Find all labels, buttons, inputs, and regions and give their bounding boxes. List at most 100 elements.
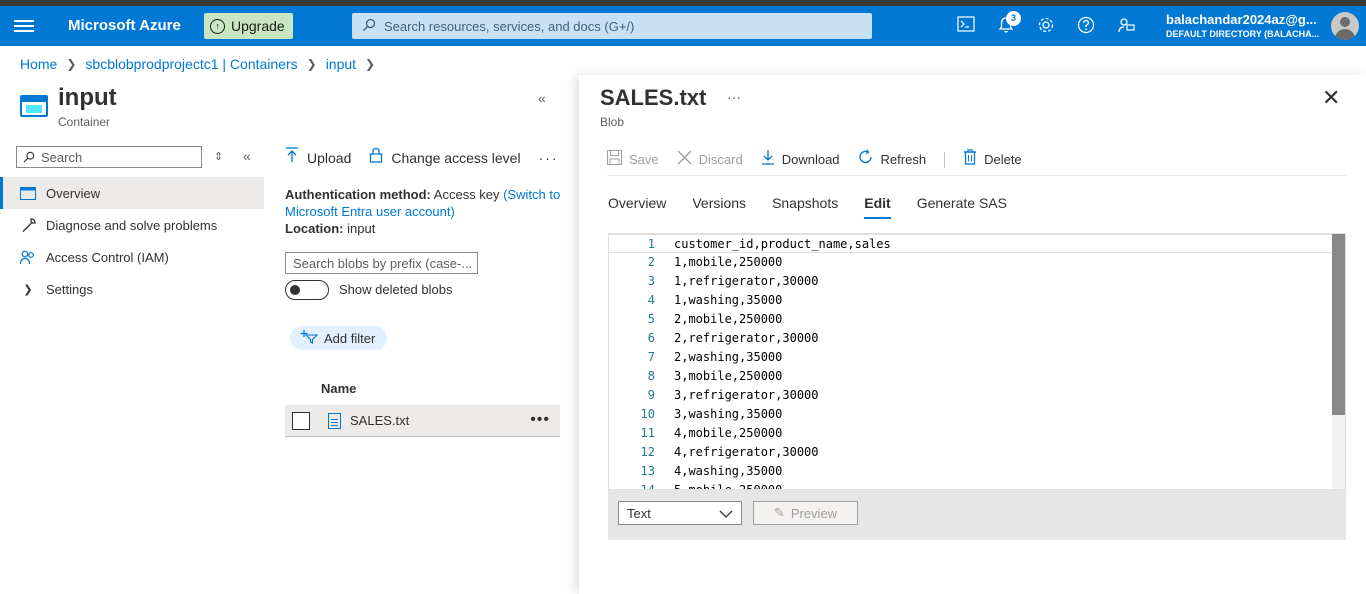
global-search[interactable] — [352, 13, 872, 39]
upgrade-label: Upgrade — [231, 18, 285, 34]
cloud-shell-icon[interactable] — [956, 16, 976, 36]
editor-line[interactable]: 2 1,mobile,250000 — [609, 253, 1345, 272]
editor-lines: 1 customer_id,product_name,sales 2 1,mobile… — [609, 234, 1345, 490]
editor-line[interactable]: 8 3,mobile,250000 — [609, 367, 1345, 386]
sort-icon[interactable]: ⇕ — [214, 150, 223, 163]
global-search-input[interactable] — [384, 18, 864, 34]
nav-item-diagnose[interactable]: Diagnose and solve problems — [0, 209, 264, 241]
preview-label: Preview — [790, 505, 838, 521]
line-text: 1,refrigerator,30000 — [674, 274, 819, 288]
syntax-select[interactable]: Text — [618, 501, 742, 525]
nav-item-overview[interactable]: Overview — [0, 177, 264, 209]
download-label: Download — [781, 152, 840, 167]
editor-line[interactable]: 1 customer_id,product_name,sales — [609, 234, 1345, 253]
top-bar: Microsoft Azure ↑ Upgrade 3 balachandar2… — [0, 6, 1366, 46]
chevron-down-icon — [719, 506, 733, 521]
collapse-menu-icon[interactable]: « — [243, 148, 251, 164]
editor-line[interactable]: 4 1,washing,35000 — [609, 291, 1345, 310]
delete-button[interactable]: Delete — [963, 149, 1022, 170]
editor-scrollbar-thumb[interactable] — [1332, 234, 1345, 415]
save-button[interactable]: Save — [607, 149, 659, 170]
user-account[interactable]: balachandar2024az@g... DEFAULT DIRECTORY… — [1166, 12, 1319, 39]
feedback-icon[interactable] — [1116, 16, 1136, 36]
breadcrumb-storage-account[interactable]: sbcblobprodprojectc1 | Containers — [85, 56, 297, 72]
container-info: Authentication method: Access key (Switc… — [285, 186, 565, 237]
editor-line[interactable]: 11 4,mobile,250000 — [609, 424, 1345, 443]
line-text: 4,mobile,250000 — [674, 426, 783, 440]
line-number: 12 — [640, 445, 655, 459]
line-text: 2,refrigerator,30000 — [674, 331, 819, 345]
line-number: 8 — [647, 369, 655, 383]
settings-gear-icon[interactable] — [1036, 16, 1056, 36]
editor-line[interactable]: 7 2,washing,35000 — [609, 348, 1345, 367]
toolbar-divider — [944, 151, 946, 168]
nav-item-label: Access Control (IAM) — [46, 249, 169, 265]
more-actions-icon[interactable]: ··· — [539, 150, 559, 166]
help-icon[interactable] — [1076, 16, 1096, 36]
line-number: 2 — [647, 255, 655, 269]
brand-title[interactable]: Microsoft Azure — [68, 17, 181, 34]
nav-item-settings[interactable]: ❯ Settings — [0, 273, 264, 305]
editor-line[interactable]: 14 5,mobile,250000 — [609, 481, 1345, 490]
refresh-button[interactable]: Refresh — [858, 149, 926, 170]
discard-button[interactable]: Discard — [677, 150, 743, 170]
people-icon — [20, 249, 36, 265]
line-number: 4 — [647, 293, 655, 307]
line-text: 5,mobile,250000 — [674, 483, 783, 490]
file-name-link[interactable]: SALES.txt — [350, 413, 409, 428]
editor-line[interactable]: 5 2,mobile,250000 — [609, 310, 1345, 329]
add-filter-icon — [300, 329, 319, 347]
line-number: 11 — [640, 426, 655, 440]
column-header-name[interactable]: Name — [321, 381, 356, 396]
tab-versions[interactable]: Versions — [692, 195, 746, 219]
line-text: 4,refrigerator,30000 — [674, 445, 819, 459]
editor-line[interactable]: 6 2,refrigerator,30000 — [609, 329, 1345, 348]
add-filter-button[interactable]: Add filter — [290, 326, 388, 350]
search-icon — [362, 18, 376, 35]
add-filter-label: Add filter — [324, 330, 376, 346]
tab-edit[interactable]: Edit — [864, 195, 891, 219]
save-icon — [607, 149, 622, 170]
breadcrumb-container[interactable]: input — [326, 56, 356, 72]
pencil-icon: ✎ — [773, 505, 785, 520]
left-search-input[interactable] — [41, 149, 191, 165]
upgrade-button[interactable]: ↑ Upgrade — [204, 13, 293, 39]
tab-snapshots[interactable]: Snapshots — [772, 195, 838, 219]
wrench-icon — [20, 217, 36, 233]
editor-line[interactable]: 10 3,washing,35000 — [609, 405, 1345, 424]
editor-line[interactable]: 12 4,refrigerator,30000 — [609, 443, 1345, 462]
blob-prefix-search[interactable] — [285, 252, 478, 274]
panel-more-icon[interactable]: ··· — [727, 89, 741, 105]
left-search[interactable] — [16, 146, 202, 168]
download-button[interactable]: Download — [761, 149, 840, 170]
nav-item-label: Overview — [46, 185, 101, 201]
blob-toolbar: Save Discard Download Refresh Delete — [607, 146, 1346, 176]
row-more-icon[interactable]: ••• — [530, 411, 550, 429]
tab-generate-sas[interactable]: Generate SAS — [917, 195, 1007, 219]
editor-line[interactable]: 9 3,refrigerator,30000 — [609, 386, 1345, 405]
blob-prefix-search-input[interactable] — [293, 253, 473, 273]
hamburger-menu-icon[interactable] — [14, 17, 34, 35]
line-text: 2,washing,35000 — [674, 350, 783, 364]
tab-overview[interactable]: Overview — [608, 195, 666, 219]
row-checkbox[interactable] — [292, 411, 310, 430]
avatar[interactable] — [1331, 12, 1359, 40]
change-access-level-button[interactable]: Change access level — [369, 147, 521, 168]
code-editor[interactable]: 1 customer_id,product_name,sales 2 1,mobile… — [608, 233, 1346, 490]
line-text: 2,mobile,250000 — [674, 312, 783, 326]
show-deleted-toggle[interactable] — [285, 280, 329, 300]
breadcrumb-home[interactable]: Home — [20, 56, 57, 72]
collapse-icon[interactable]: « — [538, 90, 546, 106]
upgrade-arrow-icon: ↑ — [210, 18, 225, 34]
notification-count-badge: 3 — [1006, 11, 1021, 26]
nav-item-access-control[interactable]: Access Control (IAM) — [0, 241, 264, 273]
close-icon[interactable]: ✕ — [1322, 87, 1340, 109]
editor-line[interactable]: 13 4,washing,35000 — [609, 462, 1345, 481]
save-label: Save — [629, 152, 659, 167]
upload-button[interactable]: Upload — [285, 147, 351, 168]
editor-line[interactable]: 3 1,refrigerator,30000 — [609, 272, 1345, 291]
preview-button[interactable]: ✎ Preview — [753, 501, 858, 525]
line-number: 6 — [647, 331, 655, 345]
panel-title: SALES.txt — [600, 85, 707, 110]
table-row[interactable]: SALES.txt ••• — [285, 405, 560, 437]
